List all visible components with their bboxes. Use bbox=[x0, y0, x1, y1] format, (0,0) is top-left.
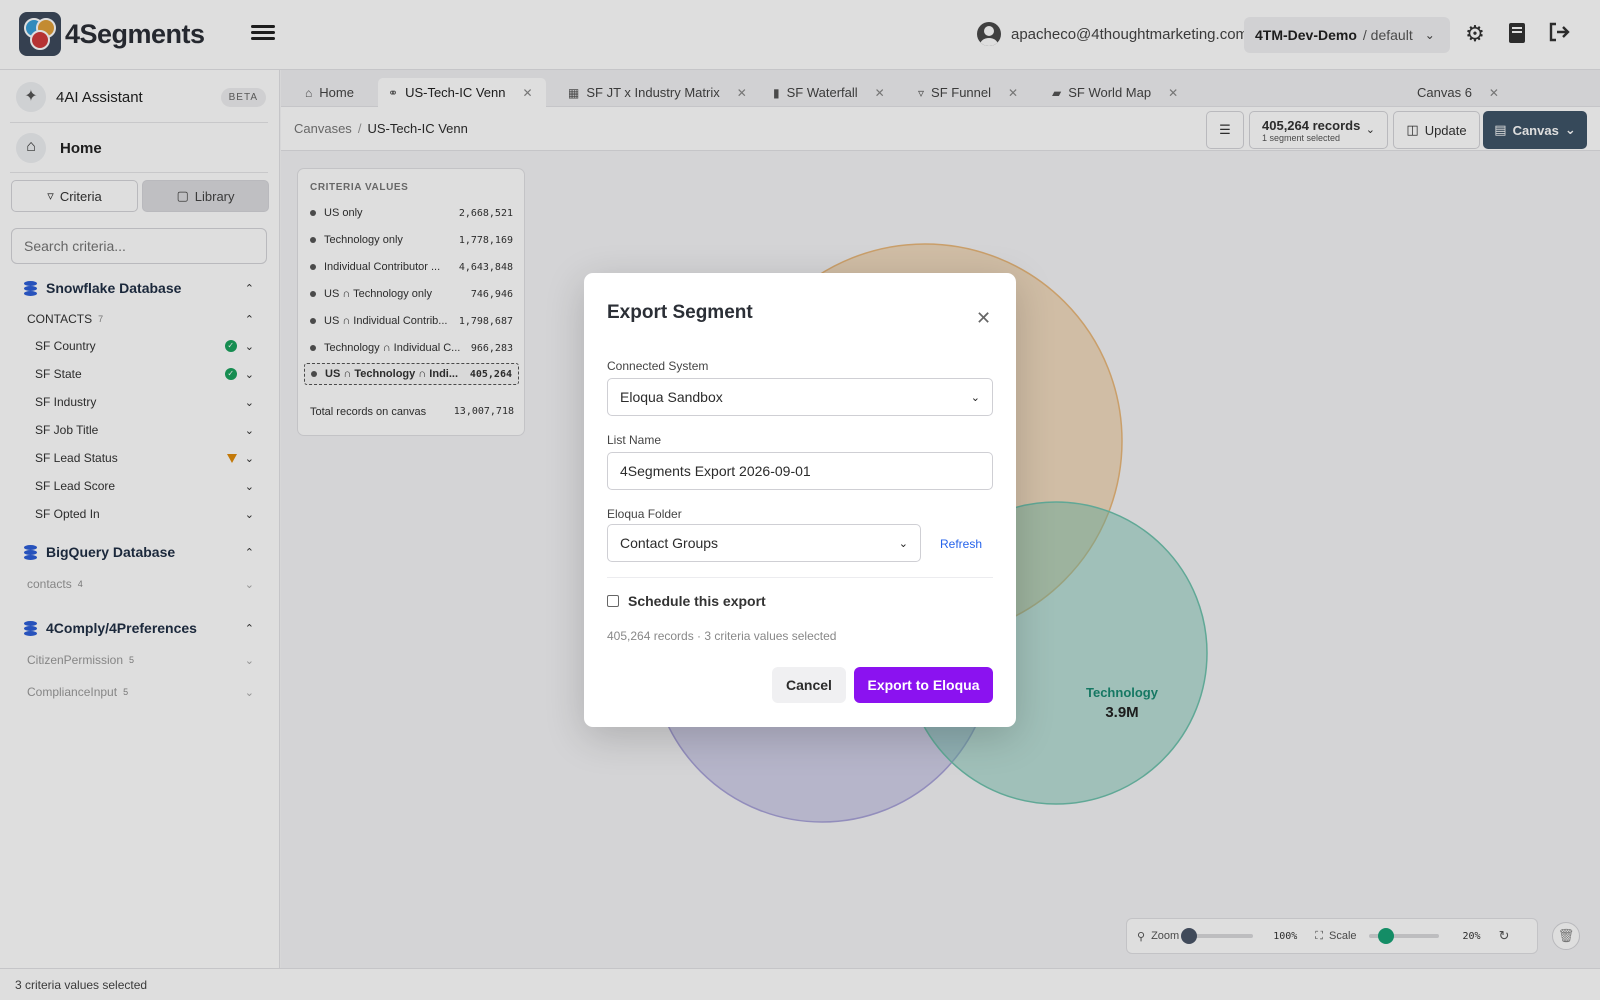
connected-system-label: Connected System bbox=[607, 359, 709, 373]
connected-system-select[interactable]: Eloqua Sandbox ⌄ bbox=[607, 378, 993, 416]
schedule-export-checkbox[interactable] bbox=[607, 595, 619, 607]
eloqua-folder-value: Contact Groups bbox=[620, 535, 719, 551]
export-to-eloqua-button[interactable]: Export to Eloqua bbox=[854, 667, 993, 703]
cancel-button[interactable]: Cancel bbox=[772, 667, 846, 703]
list-name-value: 4Segments Export 2026-09-01 bbox=[620, 463, 811, 479]
chevron-down-icon: ⌄ bbox=[898, 537, 908, 550]
list-name-label: List Name bbox=[607, 433, 662, 447]
modal-title: Export Segment bbox=[607, 302, 753, 323]
divider bbox=[607, 577, 993, 578]
refresh-folders-link[interactable]: Refresh bbox=[940, 537, 982, 551]
list-name-input[interactable]: 4Segments Export 2026-09-01 bbox=[607, 452, 993, 490]
eloqua-folder-label: Eloqua Folder bbox=[607, 507, 682, 521]
chevron-down-icon: ⌄ bbox=[970, 391, 980, 404]
close-icon[interactable]: ✕ bbox=[976, 309, 991, 327]
connected-system-value: Eloqua Sandbox bbox=[620, 389, 723, 405]
schedule-export-row[interactable]: Schedule this export bbox=[607, 593, 766, 609]
export-segment-modal: Export Segment ✕ Connected System Eloqua… bbox=[584, 273, 1016, 727]
schedule-export-label: Schedule this export bbox=[628, 593, 766, 609]
eloqua-folder-select[interactable]: Contact Groups ⌄ bbox=[607, 524, 921, 562]
export-summary: 405,264 records · 3 criteria values sele… bbox=[607, 629, 837, 643]
